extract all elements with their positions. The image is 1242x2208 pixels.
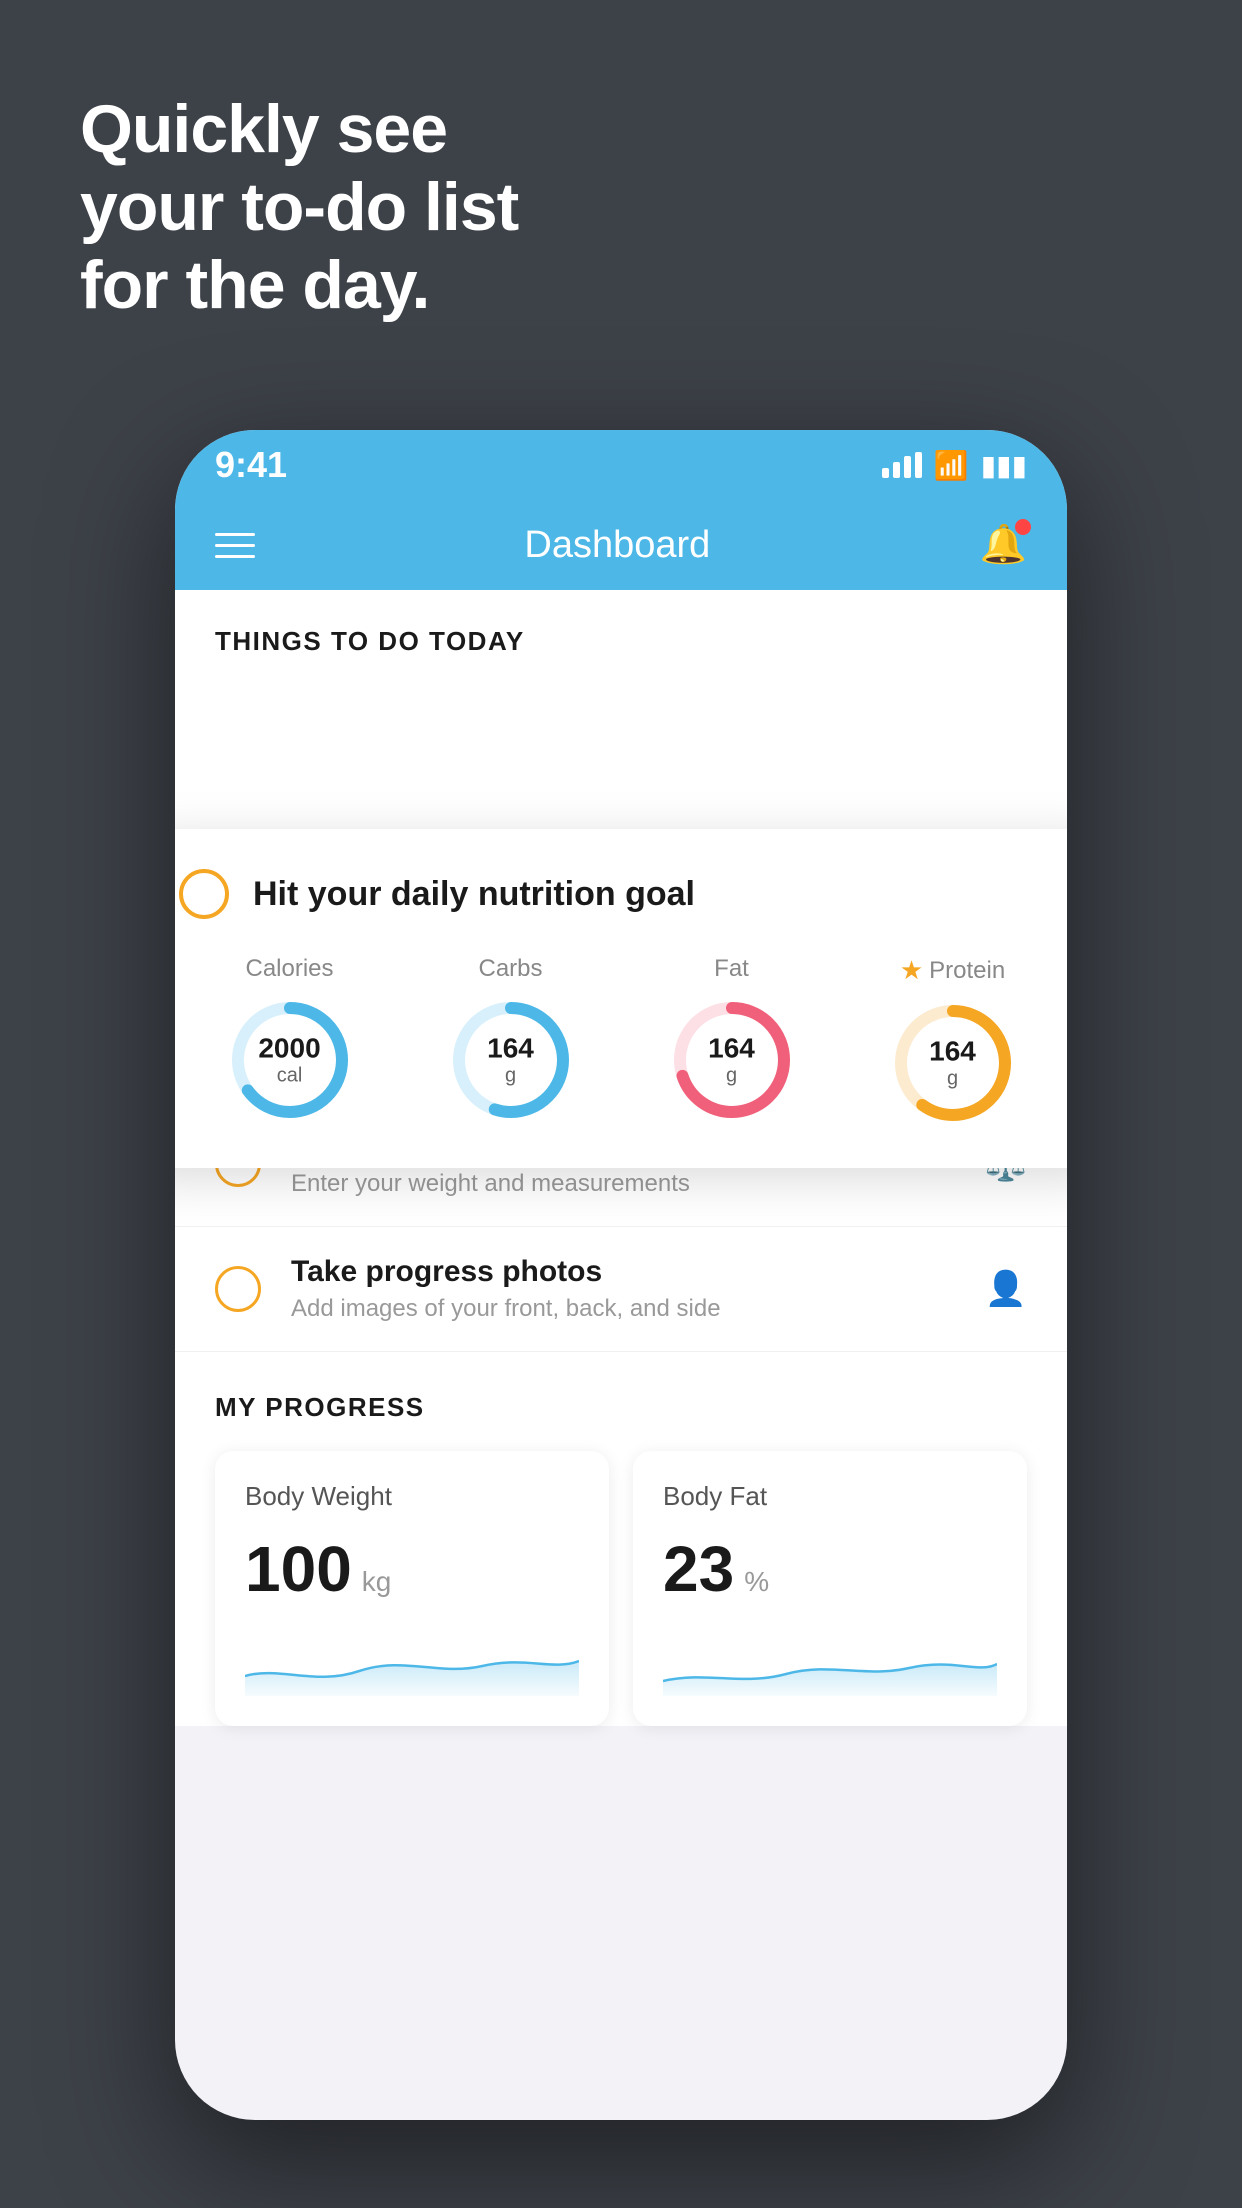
todo-item-2[interactable]: Take progress photos Add images of your …: [175, 1227, 1067, 1352]
nav-title: Dashboard: [524, 524, 710, 567]
hero-text: Quickly see your to-do list for the day.: [80, 90, 518, 325]
nutrition-item-calories: Calories 2000 cal: [225, 955, 355, 1125]
progress-card-body-weight[interactable]: Body Weight 100 kg: [215, 1451, 609, 1726]
progress-value-0: 100: [245, 1532, 352, 1606]
hero-line2: your to-do list: [80, 168, 518, 246]
progress-card-title-1: Body Fat: [663, 1481, 997, 1512]
status-bar: 9:41 📶 ▮▮▮: [175, 430, 1067, 500]
nutrition-card-title: Hit your daily nutrition goal: [253, 875, 695, 914]
todo-text-2: Take progress photos Add images of your …: [291, 1255, 955, 1323]
nutrition-card: Hit your daily nutrition goal Calories 2…: [175, 829, 1067, 1168]
hero-line1: Quickly see: [80, 90, 518, 168]
progress-value-1: 23: [663, 1532, 734, 1606]
signal-icon: [882, 452, 922, 478]
nutrition-check-circle: [179, 869, 229, 919]
hero-line3: for the day.: [80, 246, 518, 324]
todo-subtitle-2: Add images of your front, back, and side: [291, 1295, 955, 1323]
progress-section-title: MY PROGRESS: [215, 1392, 1027, 1423]
todo-title-2: Take progress photos: [291, 1255, 955, 1289]
progress-unit-1: %: [744, 1566, 769, 1598]
things-to-do-header: THINGS TO DO TODAY: [175, 590, 1067, 677]
menu-button[interactable]: [215, 533, 255, 558]
progress-chart-1: [663, 1636, 997, 1696]
progress-cards: Body Weight 100 kg Body Fat: [215, 1451, 1027, 1726]
progress-chart-0: [245, 1636, 579, 1696]
nutrition-circles: Calories 2000 cal Carbs 164: [179, 955, 1063, 1128]
nutrition-item-carbs: Carbs 164 g: [446, 955, 576, 1125]
phone-frame: 9:41 📶 ▮▮▮ Dashboard 🔔: [175, 430, 1067, 2120]
status-icons: 📶 ▮▮▮: [882, 449, 1027, 482]
todo-subtitle-1: Enter your weight and measurements: [291, 1170, 955, 1198]
progress-unit-0: kg: [362, 1566, 392, 1598]
phone-inner: 9:41 📶 ▮▮▮ Dashboard 🔔: [175, 430, 1067, 2120]
progress-value-row-0: 100 kg: [245, 1532, 579, 1606]
status-time: 9:41: [215, 444, 287, 486]
progress-card-body-fat[interactable]: Body Fat 23 %: [633, 1451, 1027, 1726]
progress-card-title-0: Body Weight: [245, 1481, 579, 1512]
progress-section: MY PROGRESS Body Weight 100 kg: [175, 1352, 1067, 1726]
todo-circle-2: [215, 1266, 261, 1312]
notifications-button[interactable]: 🔔: [980, 523, 1027, 567]
battery-icon: ▮▮▮: [981, 449, 1027, 482]
nutrition-item-fat: Fat 164 g: [667, 955, 797, 1125]
todo-icon-2: 👤: [985, 1269, 1027, 1309]
nav-bar: Dashboard 🔔: [175, 500, 1067, 590]
nutrition-item-protein: ★Protein 164 g: [888, 955, 1018, 1128]
wifi-icon: 📶: [934, 449, 969, 482]
notification-dot: [1015, 519, 1031, 535]
progress-value-row-1: 23 %: [663, 1532, 997, 1606]
